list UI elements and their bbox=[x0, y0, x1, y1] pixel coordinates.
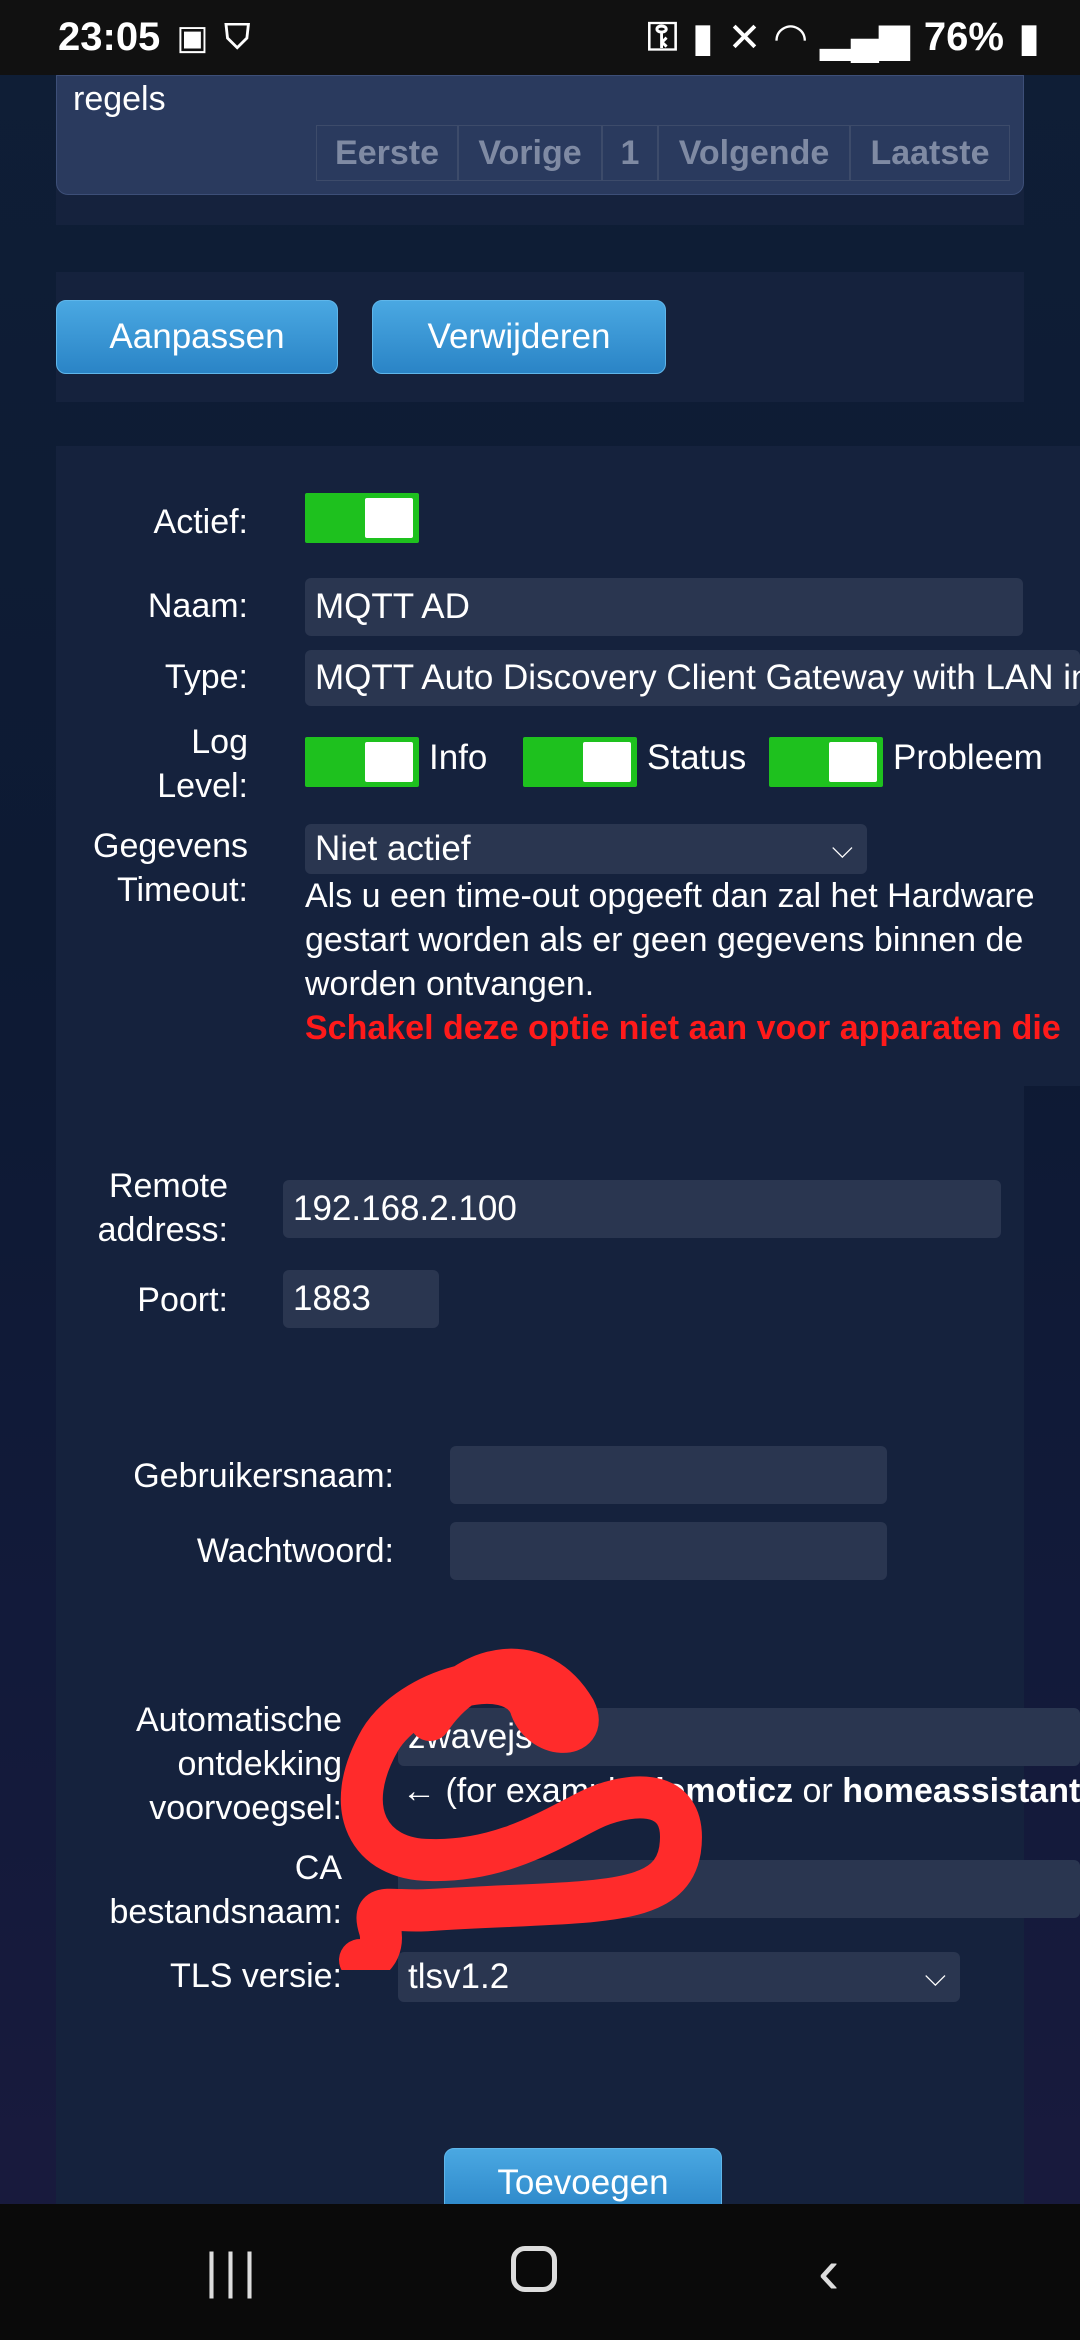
active-toggle[interactable] bbox=[305, 493, 419, 543]
status-time: 23:05 bbox=[58, 15, 161, 59]
signal-icon: ▂▄▆ bbox=[820, 15, 910, 60]
chevron-down-icon: ⌵ bbox=[831, 832, 853, 864]
remote-label-2: address: bbox=[97, 1211, 228, 1249]
red-scribble-annotation bbox=[339, 1648, 702, 1970]
active-label: Actief: bbox=[153, 503, 248, 541]
timeout-help-line-1: Als u een time-out opgeeft dan zal het H… bbox=[305, 877, 1035, 915]
timeout-warning: Schakel deze optie niet aan voor apparat… bbox=[305, 1009, 1061, 1047]
key-icon: ⚿ bbox=[647, 15, 678, 59]
loglevel-error-label: Probleem bbox=[893, 738, 1043, 777]
recent-apps-icon[interactable]: ||| bbox=[205, 2242, 262, 2300]
system-nav-bar: ||| ‹ bbox=[0, 2204, 1080, 2340]
gallery-icon: ▣ bbox=[176, 18, 209, 57]
port-input[interactable]: 1883 bbox=[283, 1270, 439, 1328]
home-icon[interactable] bbox=[511, 2246, 557, 2292]
pager-last[interactable]: Laatste bbox=[850, 125, 1010, 181]
battery-saver-icon: ▮ bbox=[691, 15, 714, 60]
edit-button[interactable]: Aanpassen bbox=[56, 300, 338, 374]
chevron-down-icon: ⌵ bbox=[924, 1960, 946, 1992]
timeout-label-1: Gegevens bbox=[93, 827, 248, 865]
remote-address-input[interactable]: 192.168.2.100 bbox=[283, 1180, 1001, 1238]
pager-first[interactable]: Eerste bbox=[316, 125, 458, 181]
timeout-help: Als u een time-out opgeeft dan zal het H… bbox=[305, 874, 1080, 1050]
loglevel-status-toggle[interactable] bbox=[523, 737, 637, 787]
password-label: Wachtwoord: bbox=[196, 1532, 394, 1570]
type-value: MQTT Auto Discovery Client Gateway with … bbox=[305, 650, 1080, 706]
wifi-icon: ◠ bbox=[775, 15, 807, 60]
shield-icon: ⛉ bbox=[224, 18, 250, 56]
type-label: Type: bbox=[164, 658, 248, 696]
prefix-hint-mid: or bbox=[793, 1772, 843, 1810]
timeout-help-line-3: worden ontvangen. bbox=[305, 965, 595, 1003]
pager-next[interactable]: Volgende bbox=[658, 125, 850, 181]
battery-percent: 76% bbox=[923, 15, 1004, 59]
name-label: Naam: bbox=[147, 587, 248, 625]
remote-label-1: Remote bbox=[108, 1167, 228, 1205]
loglevel-status-label: Status bbox=[647, 738, 747, 777]
loglevel-label-2: Level: bbox=[157, 767, 248, 805]
rows-label: regels bbox=[73, 80, 166, 118]
loglevel-label-1: Log bbox=[191, 723, 248, 761]
pager-page-1[interactable]: 1 bbox=[602, 125, 658, 181]
username-label: Gebruikersnaam: bbox=[133, 1457, 394, 1495]
battery-icon: ▮ bbox=[1017, 15, 1040, 60]
timeout-select-value: Niet actief bbox=[315, 829, 471, 868]
delete-button[interactable]: Verwijderen bbox=[372, 300, 666, 374]
port-label: Poort: bbox=[137, 1281, 228, 1319]
prefix-hint-homeassistant: homeassistant bbox=[842, 1772, 1080, 1810]
mute-icon: ✕ bbox=[727, 15, 762, 60]
loglevel-info-toggle[interactable] bbox=[305, 737, 419, 787]
loglevel-info-label: Info bbox=[429, 738, 488, 777]
name-input[interactable]: MQTT AD bbox=[305, 578, 1023, 636]
loglevel-error-toggle[interactable] bbox=[769, 737, 883, 787]
timeout-select[interactable]: Niet actief ⌵ bbox=[305, 824, 867, 874]
password-input[interactable] bbox=[450, 1522, 887, 1580]
timeout-help-line-2: gestart worden als er geen gegevens binn… bbox=[305, 921, 1024, 959]
pager-previous[interactable]: Vorige bbox=[458, 125, 602, 181]
status-bar: 23:05 ▣ ⛉ ⚿ ▮ ✕ ◠ ▂▄▆ 76% ▮ bbox=[0, 0, 1080, 75]
timeout-label-2: Timeout: bbox=[116, 871, 248, 909]
back-icon[interactable]: ‹ bbox=[818, 2234, 839, 2308]
username-input[interactable] bbox=[450, 1446, 887, 1504]
